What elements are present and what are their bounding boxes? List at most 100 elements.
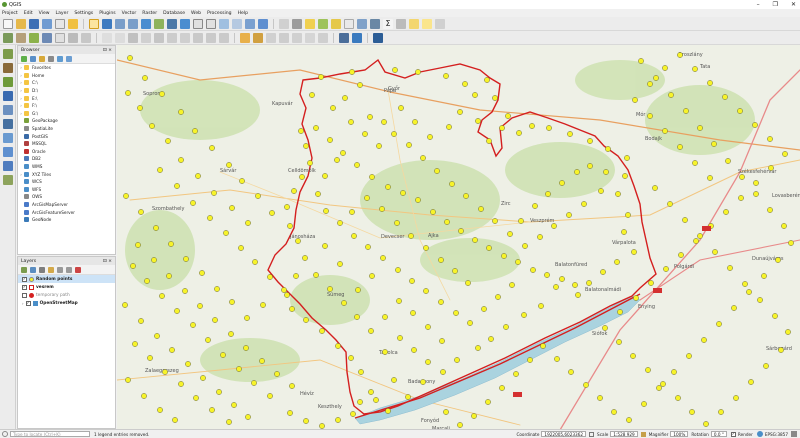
browser-item-drive-d[interactable]: › D:\ <box>18 87 115 95</box>
browser-item-drive-c[interactable]: › C:\ <box>18 79 115 87</box>
remove-layer-icon[interactable] <box>75 266 81 273</box>
browser-item-ows[interactable]: OWS <box>18 193 115 201</box>
layer-checkbox[interactable]: ✓ <box>25 300 31 306</box>
plugin-icon[interactable] <box>373 33 383 43</box>
lock-scale-icon[interactable] <box>640 431 646 437</box>
panel-close-icon[interactable]: ⊡ × <box>103 48 112 53</box>
select-features-icon[interactable] <box>305 19 315 29</box>
zoom-in-icon[interactable] <box>115 19 125 29</box>
menu-settings[interactable]: Settings <box>74 11 93 16</box>
browser-item-drive-e[interactable]: › E:\ <box>18 94 115 102</box>
add-raster-layer-icon[interactable] <box>16 33 26 43</box>
minimize-button[interactable]: – <box>757 0 760 9</box>
crs-label[interactable]: EPSG:3857 <box>765 432 788 437</box>
browser-item-geonode[interactable]: GeoNode <box>18 216 115 224</box>
menu-web[interactable]: Web <box>191 11 201 16</box>
browser-item-wcs[interactable]: WCS <box>18 178 115 186</box>
add-wms-side-icon[interactable] <box>3 133 13 143</box>
browser-item-db2[interactable]: DB2 <box>18 155 115 163</box>
add-postgis-icon[interactable] <box>3 105 13 115</box>
zoom-full-icon[interactable] <box>141 19 151 29</box>
add-group-icon[interactable] <box>30 266 36 273</box>
maximize-button[interactable]: ❐ <box>773 0 778 9</box>
menu-layer[interactable]: Layer <box>56 11 69 16</box>
render-checkbox[interactable]: ✓ <box>730 431 736 437</box>
browser-item-arcgis-mapserver[interactable]: ArcGisMapServer <box>18 201 115 209</box>
layer-checkbox[interactable]: ✓ <box>22 284 27 290</box>
select-value-icon[interactable] <box>318 19 328 29</box>
undo-icon[interactable] <box>206 33 216 43</box>
add-wms-icon[interactable] <box>42 33 52 43</box>
action-icon[interactable] <box>292 19 302 29</box>
save-as-icon[interactable] <box>42 19 52 29</box>
browser-item-xyz-tiles[interactable]: › XYZ Tiles <box>18 170 115 178</box>
collapse-all-icon[interactable] <box>66 266 72 273</box>
browser-item-geopackage[interactable]: GeoPackage <box>18 117 115 125</box>
menu-view[interactable]: View <box>39 11 50 16</box>
style-icon[interactable] <box>21 266 27 273</box>
label-rotate-icon[interactable] <box>292 33 302 43</box>
digitize-icon[interactable] <box>29 33 39 43</box>
add-raster-icon[interactable] <box>3 63 13 73</box>
menu-edit[interactable]: Edit <box>24 11 33 16</box>
zoom-layer-icon[interactable] <box>167 19 177 29</box>
edit-pencil-icon[interactable] <box>102 33 112 43</box>
label-pin-icon[interactable] <box>253 33 263 43</box>
redo-icon[interactable] <box>219 33 229 43</box>
browser-item-drive-f[interactable]: › F:\ <box>18 102 115 110</box>
collapse-icon[interactable] <box>48 55 54 62</box>
add-wcs-icon[interactable] <box>3 147 13 157</box>
copy-feature-icon[interactable] <box>180 33 190 43</box>
menu-raster[interactable]: Raster <box>142 11 157 16</box>
browser-item-postgis[interactable]: PostGIS <box>18 132 115 140</box>
cut-feature-icon[interactable] <box>167 33 177 43</box>
browser-item-wms[interactable]: WMS <box>18 163 115 171</box>
print-layout-icon[interactable] <box>55 19 65 29</box>
scale-field[interactable]: 1:528 929 <box>610 431 638 437</box>
menu-help[interactable]: Help <box>238 11 248 16</box>
add-spatialite-icon[interactable] <box>3 91 13 101</box>
rotation-field[interactable]: 0.0 ° <box>710 431 727 437</box>
filter-legend-icon[interactable] <box>48 266 54 273</box>
map-canvas[interactable]: BécsGyőrPápaVeszprémSzékesfehérvárDunaúj… <box>117 45 800 430</box>
label-change-icon[interactable] <box>305 33 315 43</box>
menu-project[interactable]: Project <box>2 11 18 16</box>
label-show-icon[interactable] <box>266 33 276 43</box>
delete-feature-icon[interactable] <box>154 33 164 43</box>
zoom-selection-icon[interactable] <box>154 19 164 29</box>
help-icon[interactable] <box>66 55 72 62</box>
label-move-icon[interactable] <box>279 33 289 43</box>
new-project-icon[interactable] <box>3 19 13 29</box>
save-project-icon[interactable] <box>29 19 39 29</box>
map-tips-icon[interactable] <box>409 19 419 29</box>
identify-icon[interactable] <box>279 19 289 29</box>
menu-database[interactable]: Database <box>163 11 185 16</box>
pan-to-selection-icon[interactable] <box>102 19 112 29</box>
add-selected-icon[interactable] <box>21 55 27 62</box>
add-feature-icon[interactable] <box>128 33 138 43</box>
pan-icon[interactable] <box>89 19 99 29</box>
measure-icon[interactable] <box>396 19 406 29</box>
expand-all-icon[interactable] <box>57 266 63 273</box>
add-vector-layer-icon[interactable] <box>3 33 13 43</box>
python-console-icon[interactable] <box>352 33 362 43</box>
annotation-icon[interactable] <box>422 19 432 29</box>
add-mssql-icon[interactable] <box>3 119 13 129</box>
close-button[interactable]: ✕ <box>791 0 796 9</box>
refresh-browser-icon[interactable] <box>30 55 36 62</box>
diagram-icon[interactable] <box>318 33 328 43</box>
browser-item-drive-g[interactable]: › G:\ <box>18 110 115 118</box>
locator-input[interactable]: Type to locate (Ctrl+K) <box>10 431 90 437</box>
extent-toggle-icon[interactable] <box>589 431 595 437</box>
globe-icon[interactable] <box>339 33 349 43</box>
edit-save-icon[interactable] <box>115 33 125 43</box>
deselect-icon[interactable] <box>331 19 341 29</box>
menu-plugins[interactable]: Plugins <box>99 11 115 16</box>
filter-icon[interactable] <box>39 55 45 62</box>
layer-row-temporary-path[interactable]: temporary path <box>18 291 115 299</box>
zoom-out-icon[interactable] <box>128 19 138 29</box>
magnifier-field[interactable]: 100% <box>670 431 689 437</box>
layer-row-openstreetmap[interactable]: › ✓ OpenStreetMap <box>18 299 115 307</box>
zoom-next-icon[interactable] <box>206 19 216 29</box>
bookmark-icon[interactable] <box>245 19 255 29</box>
